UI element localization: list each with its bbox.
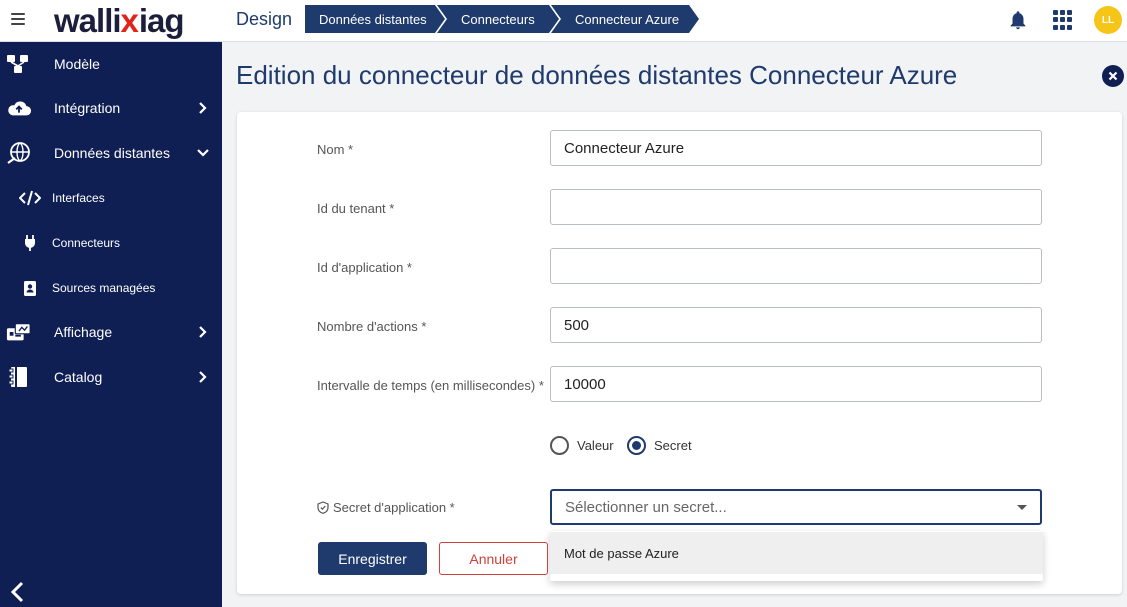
collapse-sidebar-icon[interactable] [8,580,28,604]
secret-select[interactable]: Sélectionner un secret... [550,489,1042,525]
sidebar-item-label: Interfaces [52,191,105,205]
sidebar-item-integration[interactable]: Intégration [0,88,222,128]
cloud-upload-icon [6,97,32,119]
actions-count-input[interactable] [550,307,1042,343]
sidebar-item-label: Données distantes [54,145,170,161]
breadcrumb: Données distantes Connecteurs Connecteur… [305,5,699,33]
sidebar-item-label: Intégration [54,100,121,116]
sidebar-item-affichage[interactable]: Affichage [0,312,222,352]
logo[interactable]: walli x iag [54,0,185,42]
application-id-label: Id d'application * [317,260,412,275]
sidebar-item-label: Catalog [54,369,103,385]
chevron-right-icon [199,371,207,383]
radio-secret-label: Secret [654,437,692,453]
catalog-icon [6,366,32,388]
sidebar-item-label: Sources managées [52,281,156,295]
secret-label: Secret d'application * [333,500,455,515]
top-bar: walli x iag Design Données distantes Conne… [0,0,1127,42]
sidebar-item-label: Affichage [54,324,113,340]
sidebar-item-label: Connecteurs [52,236,121,250]
globe-icon [6,142,32,164]
hamburger-menu-icon[interactable] [11,13,25,25]
sidebar: Modèle Intégration Données distantes Int… [0,42,222,607]
tenant-id-label: Id du tenant * [317,201,395,216]
secret-dropdown-menu: Mot de passe Azure [550,531,1043,581]
close-button[interactable] [1102,65,1124,87]
actions-count-label: Nombre d'actions * [317,319,427,334]
page-title: Edition du connecteur de données distant… [236,60,958,90]
sidebar-item-connecteurs[interactable]: Connecteurs [0,225,222,261]
breadcrumb-item-donnees-distantes[interactable]: Données distantes [305,5,445,33]
radio-secret[interactable]: Secret [627,434,692,456]
sidebar-item-interfaces[interactable]: Interfaces [0,180,222,216]
sidebar-item-donnees-distantes[interactable]: Données distantes [0,133,222,173]
interval-input[interactable] [550,366,1042,402]
apps-grid-icon[interactable] [1053,10,1073,30]
avatar[interactable]: LL [1094,6,1122,34]
breadcrumb-item-connecteur-azure[interactable]: Connecteur Azure [551,5,699,33]
cancel-button[interactable]: Annuler [439,542,548,575]
chevron-down-icon [197,149,209,157]
model-icon [6,53,32,75]
interval-label: Intervalle de temps (en millisecondes) * [317,378,544,393]
sidebar-item-label: Modèle [54,56,100,72]
bell-icon[interactable] [1007,9,1029,31]
shield-check-icon [317,501,329,514]
secret-select-placeholder: Sélectionner un secret... [565,498,727,516]
sidebar-item-modele[interactable]: Modèle [0,44,222,84]
save-button[interactable]: Enregistrer [318,542,427,575]
chevron-right-icon [199,102,207,114]
display-icon [6,321,32,343]
radio-secret-circle[interactable] [627,435,646,455]
tenant-id-input[interactable] [550,189,1042,225]
logo-x: x [120,2,139,39]
plug-icon [19,234,41,252]
application-id-input[interactable] [550,248,1042,284]
logo-suffix: iag [138,2,185,39]
name-label: Nom * [317,142,354,157]
chevron-right-icon [199,326,207,338]
close-icon [1108,71,1118,81]
contact-book-icon [19,279,41,297]
app-title: Design [236,9,293,29]
secret-label-row: Secret d'application * [317,500,455,515]
logo-text: walli [54,2,122,39]
radio-value-label: Valeur [577,437,614,453]
dropdown-option[interactable]: Mot de passe Azure [550,532,1043,574]
radio-value-circle[interactable] [550,435,569,455]
code-icon [19,189,41,207]
caret-down-icon [1017,505,1027,510]
radio-value[interactable]: Valeur [550,434,614,456]
sidebar-item-catalog[interactable]: Catalog [0,357,222,397]
breadcrumb-item-connecteurs[interactable]: Connecteurs [437,5,559,33]
sidebar-item-sources-managees[interactable]: Sources managées [0,270,222,306]
name-input[interactable] [550,130,1042,166]
